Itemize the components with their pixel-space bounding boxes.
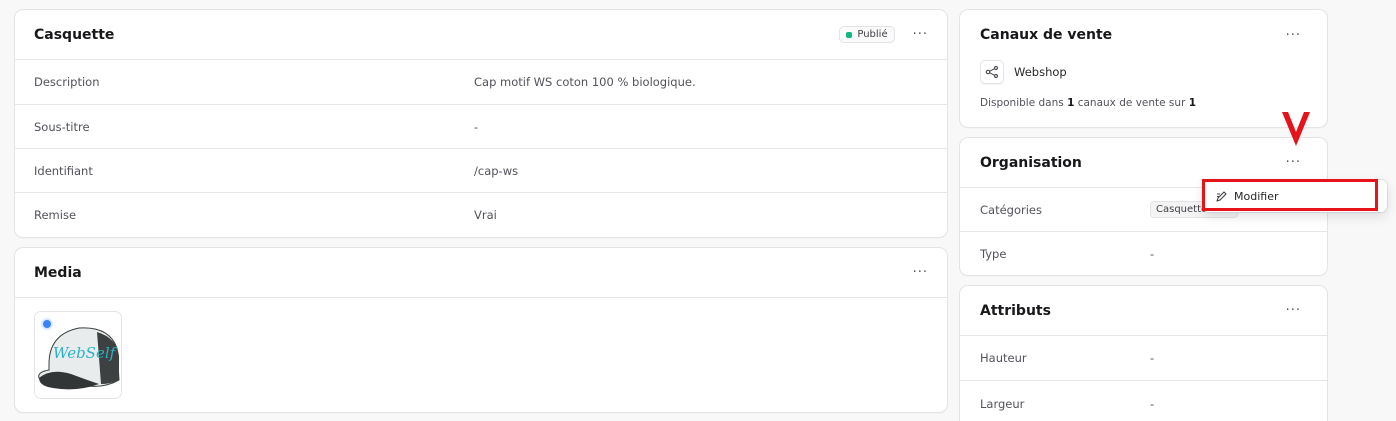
- attribute-row-width: Largeur -: [960, 381, 1327, 421]
- field-label: Identifiant: [34, 163, 93, 178]
- sales-channel-availability: Disponible dans 1 canaux de vente sur 1: [980, 97, 1196, 109]
- field-label: Sous-titre: [34, 119, 90, 134]
- availability-middle: canaux de vente sur: [1074, 97, 1189, 109]
- media-thumbnail[interactable]: WebSelf: [34, 311, 122, 399]
- status-badge-label: Publié: [857, 29, 888, 40]
- attribute-row-height: Hauteur -: [960, 336, 1327, 381]
- annotation-highlight-box: [1202, 179, 1378, 211]
- field-label: Description: [34, 75, 100, 89]
- organisation-row-type: Type -: [960, 232, 1327, 275]
- media-header: Media ···: [15, 248, 947, 298]
- product-card: Casquette Publié ··· Description Cap mot…: [15, 10, 947, 237]
- field-row-discountable: Remise Vrai: [15, 193, 947, 237]
- sales-channel-item: Webshop: [980, 60, 1067, 84]
- field-row-subtitle: Sous-titre -: [15, 105, 947, 149]
- attribute-value: -: [1150, 396, 1155, 411]
- sales-channels-header: Canaux de vente ···: [980, 27, 1301, 43]
- field-value: -: [474, 119, 479, 134]
- sales-channels-card: Canaux de vente ··· Webshop Disponible d…: [960, 10, 1327, 127]
- attributes-title: Attributs: [980, 302, 1051, 319]
- attributes-card: Attributs ··· Hauteur - Largeur -: [960, 286, 1327, 421]
- field-value: Cap motif WS coton 100 % biologique.: [474, 75, 696, 89]
- svg-text:WebSelf: WebSelf: [53, 344, 118, 362]
- organisation-more-actions-button[interactable]: ···: [1286, 156, 1301, 169]
- status-dot-icon: [846, 31, 853, 38]
- availability-prefix: Disponible dans: [980, 97, 1068, 109]
- attribute-label: Hauteur: [980, 351, 1027, 365]
- attribute-label: Largeur: [980, 396, 1025, 411]
- media-title: Media: [34, 264, 82, 281]
- media-card: Media ··· WebSelf: [15, 248, 947, 412]
- attributes-more-actions-button[interactable]: ···: [1286, 304, 1301, 317]
- field-label: Remise: [34, 208, 77, 222]
- field-value: /cap-ws: [474, 163, 519, 178]
- share-nodes-icon: [980, 60, 1004, 84]
- type-label: Type: [980, 246, 1007, 261]
- categories-label: Catégories: [980, 202, 1042, 217]
- attribute-value: -: [1150, 351, 1155, 365]
- type-value: -: [1150, 246, 1155, 261]
- status-badge: Publié: [839, 26, 895, 43]
- sales-channels-title: Canaux de vente: [980, 27, 1113, 43]
- product-header: Casquette Publié ···: [15, 10, 947, 60]
- media-thumbnail-badge-icon: [41, 318, 53, 330]
- media-more-actions-button[interactable]: ···: [913, 266, 928, 279]
- product-more-actions-button[interactable]: ···: [913, 28, 928, 41]
- field-row-handle: Identifiant /cap-ws: [15, 149, 947, 193]
- organisation-title: Organisation: [980, 154, 1082, 171]
- product-title: Casquette: [34, 26, 115, 43]
- total-count: 1: [1188, 97, 1197, 109]
- attributes-header: Attributs ···: [960, 286, 1327, 336]
- sales-channel-name: Webshop: [1014, 65, 1067, 79]
- field-row-description: Description Cap motif WS coton 100 % bio…: [15, 60, 947, 105]
- field-value: Vrai: [474, 208, 497, 222]
- annotation-arrow-icon: [1282, 112, 1310, 146]
- sales-channels-more-actions-button[interactable]: ···: [1286, 29, 1301, 42]
